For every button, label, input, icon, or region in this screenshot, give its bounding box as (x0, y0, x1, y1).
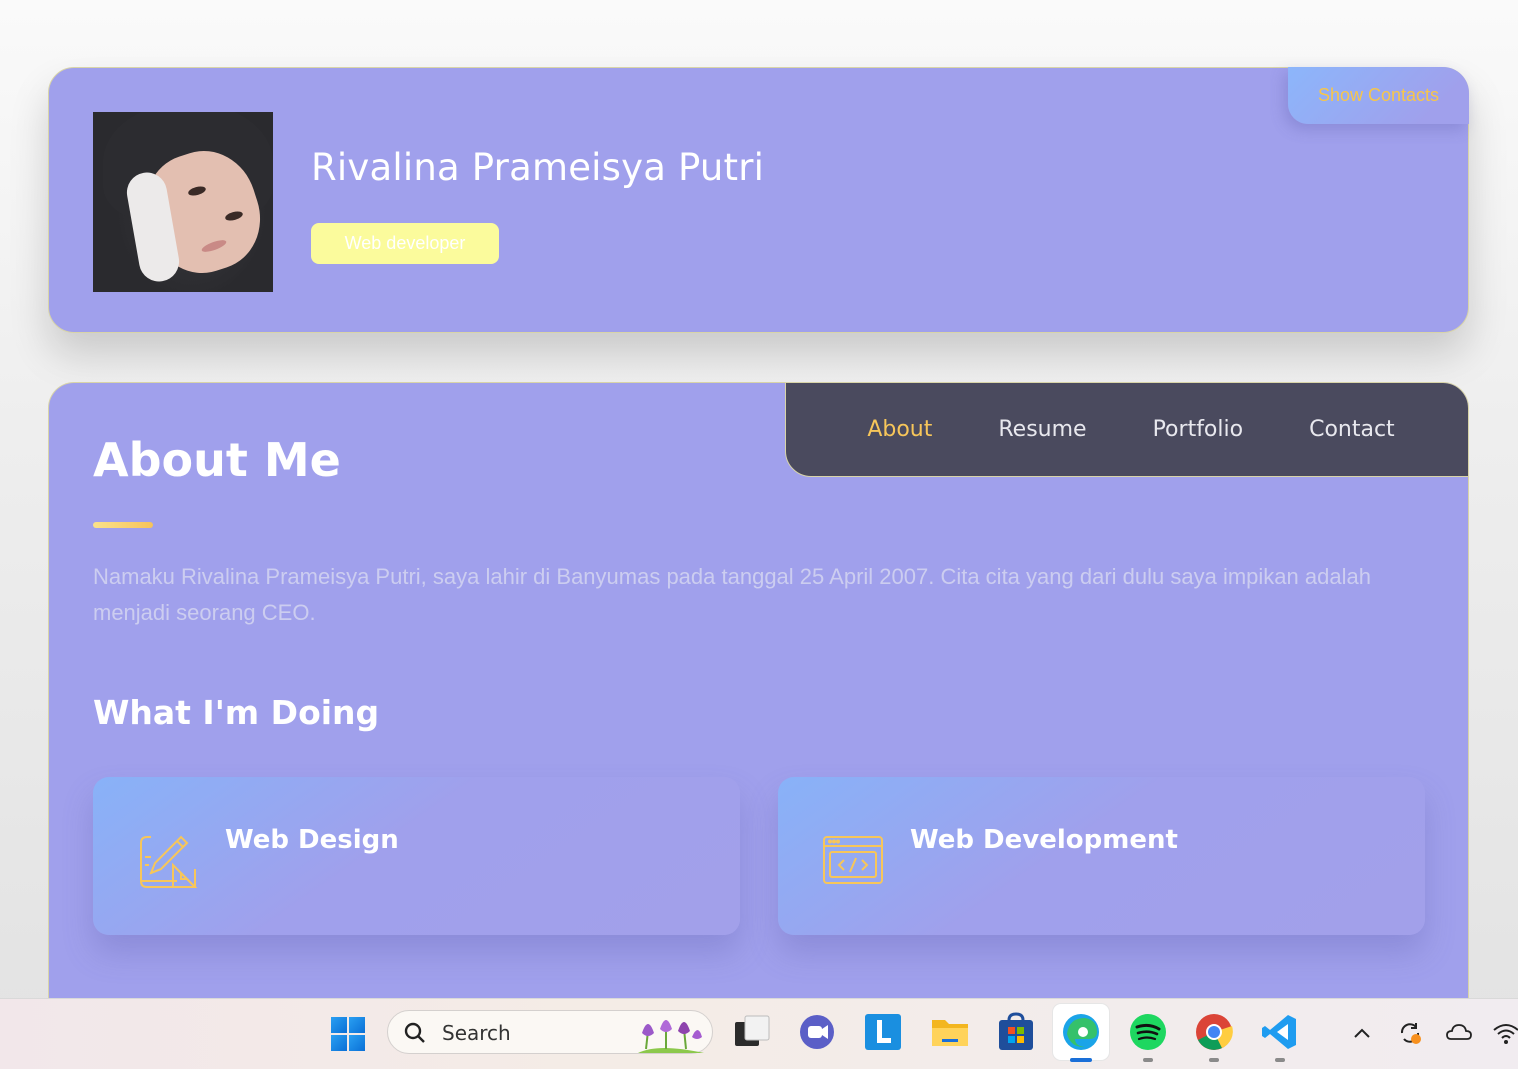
chrome-icon[interactable] (1194, 1012, 1234, 1052)
nav-about[interactable]: About (867, 417, 932, 442)
profile-name: Rivalina Prameisya Putri (311, 146, 765, 189)
profile-card: Rivalina Prameisya Putri Web developer S… (48, 67, 1469, 333)
store-icon[interactable] (996, 1012, 1036, 1052)
taskbar-search[interactable]: Search (387, 1010, 713, 1054)
page-title: About Me (93, 433, 341, 487)
avatar (93, 112, 273, 292)
l-app-icon[interactable] (863, 1012, 903, 1052)
portfolio-page: Rivalina Prameisya Putri Web developer S… (0, 0, 1518, 1069)
nav-resume[interactable]: Resume (998, 417, 1086, 442)
app-running-indicator (1143, 1058, 1153, 1062)
search-icon (404, 1022, 425, 1043)
about-article: About Resume Portfolio Contact About Me … (48, 382, 1469, 1022)
app-running-indicator (1275, 1058, 1285, 1062)
show-contacts-button[interactable]: Show Contacts (1288, 67, 1469, 124)
service-card-web-development: Web Development (778, 777, 1425, 935)
windows-start-icon[interactable] (331, 1017, 365, 1051)
vscode-icon[interactable] (1260, 1012, 1300, 1052)
title-underline (93, 522, 153, 528)
service-card-title: Web Design (225, 825, 399, 855)
service-card-web-design: Web Design (93, 777, 740, 935)
flowers-icon (638, 1020, 704, 1053)
role-badge: Web developer (311, 223, 499, 264)
teams-icon[interactable] (797, 1012, 837, 1052)
chevron-up-icon[interactable] (1348, 1019, 1376, 1047)
search-placeholder: Search (442, 1021, 511, 1045)
edge-icon (1063, 1014, 1099, 1050)
spotify-icon[interactable] (1128, 1012, 1168, 1052)
code-icon (823, 836, 883, 884)
app-running-indicator (1209, 1058, 1219, 1062)
service-card-title: Web Development (910, 825, 1178, 855)
wifi-icon[interactable] (1492, 1019, 1518, 1047)
task-view-icon[interactable] (732, 1012, 772, 1052)
edge-app-tile[interactable] (1053, 1004, 1109, 1060)
services-title: What I'm Doing (93, 693, 380, 732)
app-active-indicator (1070, 1058, 1092, 1062)
taskbar: Search (0, 998, 1518, 1069)
file-explorer-icon[interactable] (930, 1012, 970, 1052)
nav-contact[interactable]: Contact (1309, 417, 1395, 442)
design-icon (140, 835, 198, 888)
navbar: About Resume Portfolio Contact (785, 383, 1468, 477)
nav-portfolio[interactable]: Portfolio (1153, 417, 1244, 442)
about-text: Namaku Rivalina Prameisya Putri, saya la… (93, 564, 1371, 625)
sync-icon[interactable] (1396, 1019, 1424, 1047)
onedrive-icon[interactable] (1445, 1019, 1473, 1047)
